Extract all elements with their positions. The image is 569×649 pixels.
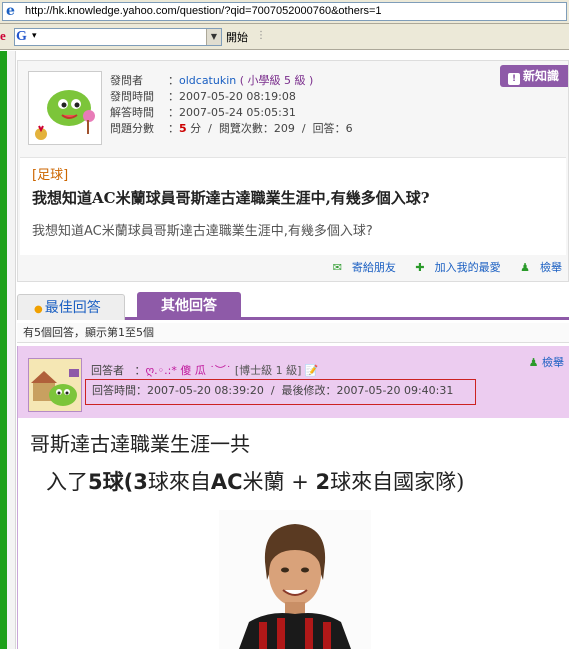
answer-goal-acmilan: 3 xyxy=(133,470,148,494)
best-answer-icon: ● xyxy=(34,304,43,315)
answers-label: 回答 xyxy=(312,122,335,135)
new-knowledge-button[interactable]: ! 新知識 xyxy=(500,65,568,87)
answered-time: 2007-05-24 05:05:31 xyxy=(179,106,296,119)
tab-other-answers[interactable]: 其他回答 xyxy=(137,292,241,320)
views-label: 閱覽次數 xyxy=(218,122,263,135)
bell-icon: ♟ xyxy=(528,356,539,369)
tab-best-answer[interactable]: ● 最佳回答 xyxy=(17,294,125,320)
answer-line-2-part-c: 球( xyxy=(102,470,134,494)
question-actions: ✉ 寄給朋友 ✚ 加入我的最愛 ♟ 檢舉 xyxy=(317,259,562,275)
points-value: 5 xyxy=(179,122,187,135)
question-text: 我想知道AC米蘭球員哥斯達古達職業生涯中,有幾多個入球? xyxy=(32,224,373,239)
asker-level: ( 小學級 5 級 ) xyxy=(239,74,314,87)
new-knowledge-icon: ! xyxy=(508,73,520,85)
go-button[interactable]: 開始 xyxy=(226,29,248,45)
toolbar-edge-letter: e xyxy=(0,28,6,43)
left-green-border xyxy=(0,51,7,649)
answer-line-2: 入了5球(3球來自AC米蘭 + 2球來自國家隊) xyxy=(46,466,464,496)
google-logo-icon[interactable]: G xyxy=(16,29,27,45)
report-link[interactable]: ♟ 檢舉 xyxy=(512,261,562,274)
bean-character-icon xyxy=(29,72,101,144)
answerer-meta: 回答者 ：ღ.◦.:* 傻 瓜 ˙︶˙ [博士級 1 級] 📝 xyxy=(91,364,319,377)
answer-time: 2007-05-20 08:39:20 xyxy=(147,384,264,397)
answer-line-1: 哥斯達古達職業生涯一共 xyxy=(30,432,250,456)
question-category[interactable]: [足球] xyxy=(32,164,68,183)
email-friend-link[interactable]: ✉ 寄給朋友 xyxy=(325,261,396,274)
dropdown-arrow-icon[interactable]: ▼ xyxy=(206,29,221,45)
answer-report-label: 檢舉 xyxy=(542,356,564,369)
answer-header: 回答者 ：ღ.◦.:* 傻 瓜 ˙︶˙ [博士級 1 級] 📝 回答時間：200… xyxy=(18,346,569,418)
question-meta: 發問者 ：oldcatukin ( 小學級 5 級 ) 發問時間 ：2007-05-… xyxy=(110,74,353,135)
url-text[interactable]: http://hk.knowledge.yahoo.com/question/?… xyxy=(25,5,382,17)
answerer-avatar[interactable] xyxy=(28,358,82,412)
report-label: 檢舉 xyxy=(540,261,562,274)
toolbar-grip-icon[interactable]: ⋮ xyxy=(256,30,266,41)
google-search-box[interactable]: G ▾ ▼ xyxy=(14,28,222,46)
note-icon[interactable]: 📝 xyxy=(305,364,319,377)
answerer-name-link[interactable]: ღ.◦.:* 傻 瓜 ˙︶˙ xyxy=(146,364,232,377)
question-card: 發問者 ：oldcatukin ( 小學級 5 級 ) 發問時間 ：2007-05-… xyxy=(17,60,569,282)
player-portrait-icon xyxy=(219,510,371,649)
asker-name-link[interactable]: oldcatukin xyxy=(179,74,236,87)
answers-count: 有5個回答，顯示第1至5個 xyxy=(17,323,569,343)
bell-icon: ♟ xyxy=(520,261,530,274)
add-favorite-link[interactable]: ✚ 加入我的最愛 xyxy=(407,261,500,274)
answer-line-2-part-a: 入了 xyxy=(46,470,88,494)
plus-icon: ✚ xyxy=(415,261,425,274)
answer-item: 回答者 ：ღ.◦.:* 傻 瓜 ˙︶˙ [博士級 1 級] 📝 回答時間：200… xyxy=(17,346,569,649)
answerer-level: [博士級 1 級] xyxy=(234,364,302,377)
answered-time-label: 解答時間 xyxy=(110,106,154,119)
tab-best-answer-label: 最佳回答 xyxy=(44,300,101,316)
question-body: [足球] 我想知道AC米蘭球員哥斯達古達職業生涯中,有幾多個入球? 我想知道AC… xyxy=(20,157,566,255)
asker-label: 發問者 xyxy=(110,74,143,87)
answer-line-2-part-e: 球來自 xyxy=(147,470,211,494)
ie-page-icon: e xyxy=(6,3,15,19)
search-engine-caret-icon[interactable]: ▾ xyxy=(32,31,37,41)
last-modified-label: 最後修改 xyxy=(281,384,326,397)
question-title: 我想知道AC米蘭球員哥斯達古達職業生涯中,有幾多個入球? xyxy=(32,189,430,207)
player-photo xyxy=(219,510,371,649)
address-bar: e http://hk.knowledge.yahoo.com/question… xyxy=(0,0,569,24)
asked-time: 2007-05-20 08:19:08 xyxy=(179,90,296,103)
answerer-label: 回答者 xyxy=(91,364,124,377)
answer-goal-national: 2 xyxy=(315,470,331,494)
answer-time-label: 回答時間 xyxy=(92,384,136,397)
asker-avatar[interactable] xyxy=(28,71,102,145)
google-toolbar: e G ▾ ▼ 開始 ⋮ xyxy=(0,24,569,50)
answer-line-2-part-g: 米蘭 + xyxy=(242,470,316,494)
answer-goal-total: 5 xyxy=(88,470,103,494)
answer-report-link[interactable]: ♟ 檢舉 xyxy=(529,354,564,370)
url-field[interactable]: e http://hk.knowledge.yahoo.com/question… xyxy=(2,2,567,21)
envelope-icon: ✉ xyxy=(332,261,342,274)
answer-tabs: ● 最佳回答 其他回答 xyxy=(17,292,569,320)
left-gutter xyxy=(7,51,16,649)
bean-character-icon xyxy=(29,359,81,411)
answers-value: 6 xyxy=(345,122,353,135)
answer-club-name: AC xyxy=(210,470,243,494)
points-unit: 分 xyxy=(190,122,202,135)
asked-time-label: 發問時間 xyxy=(110,90,154,103)
points-label: 問題分數 xyxy=(110,122,154,135)
views-value: 209 xyxy=(273,122,295,135)
last-modified: 2007-05-20 09:40:31 xyxy=(336,384,454,397)
email-friend-label: 寄給朋友 xyxy=(351,261,396,274)
answer-line-2-part-i: 球來自國家隊) xyxy=(330,470,465,494)
answer-time-highlight: 回答時間：2007-05-20 08:39:20 / 最後修改：2007-05-… xyxy=(85,379,476,405)
new-knowledge-label: 新知識 xyxy=(523,69,560,83)
add-favorite-label: 加入我的最愛 xyxy=(434,261,501,274)
